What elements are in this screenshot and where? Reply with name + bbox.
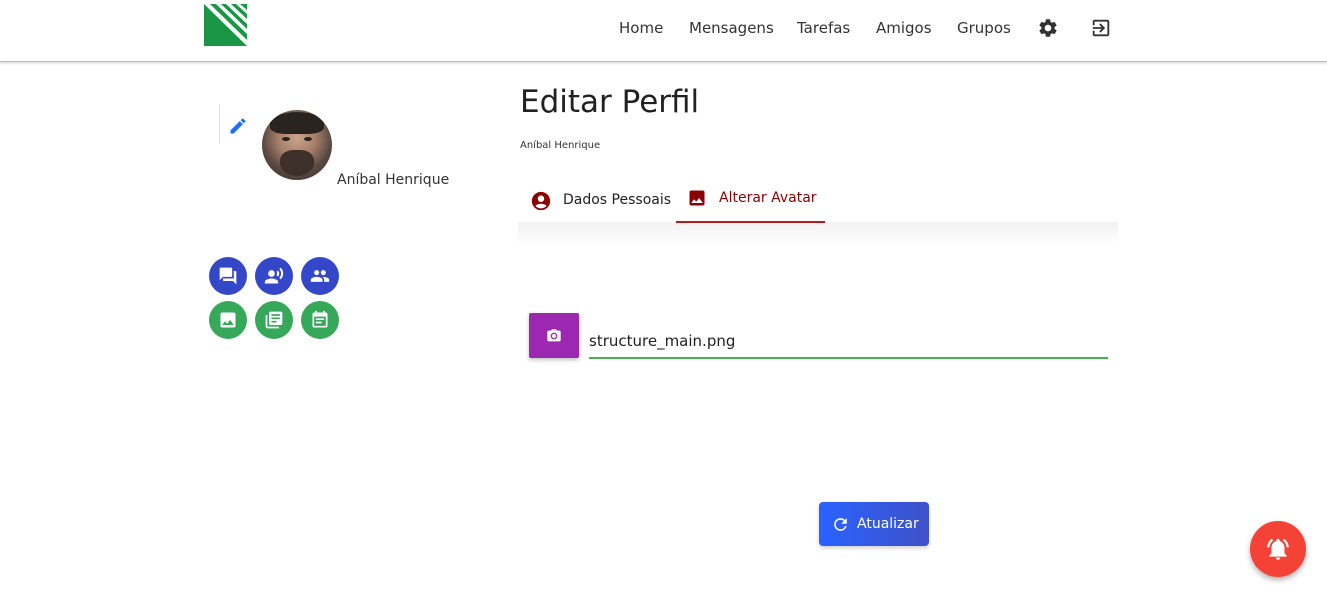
newspaper-icon: [265, 311, 283, 329]
app-logo[interactable]: [204, 4, 247, 46]
people-icon: [310, 270, 330, 282]
news-button[interactable]: [255, 301, 293, 339]
active-tab-indicator: [676, 221, 825, 223]
page-subtitle: Aníbal Henrique: [520, 140, 601, 151]
update-button[interactable]: Atualizar: [819, 502, 929, 546]
tab-label-avatar: Alterar Avatar: [719, 190, 817, 206]
nav-grupos[interactable]: Grupos: [957, 19, 1011, 37]
nav-tarefas[interactable]: Tarefas: [797, 19, 850, 37]
nav-mensagens[interactable]: Mensagens: [689, 19, 774, 37]
pencil-icon: [230, 118, 246, 134]
camera-icon: [547, 328, 561, 341]
calendar-icon: [312, 310, 328, 328]
nav-home[interactable]: Home: [619, 19, 663, 37]
choose-file-button[interactable]: [529, 313, 579, 358]
nav-amigos[interactable]: Amigos: [876, 19, 932, 37]
profile-name: Aníbal Henrique: [337, 172, 450, 188]
friends-button[interactable]: [301, 257, 339, 295]
profile-tabs: Dados Pessoais Alterar Avatar: [518, 176, 1118, 224]
messages-button[interactable]: [209, 257, 247, 295]
logout-icon[interactable]: [1090, 17, 1112, 39]
calendar-button[interactable]: [301, 301, 339, 339]
image-icon: [220, 312, 236, 328]
update-button-label: Atualizar: [857, 516, 919, 532]
notifications-fab[interactable]: [1250, 521, 1306, 577]
refresh-icon: [834, 518, 847, 531]
gear-icon[interactable]: [1037, 17, 1059, 39]
page-title: Editar Perfil: [520, 84, 700, 120]
tab-label-dados: Dados Pessoais: [563, 192, 672, 208]
record-voice-icon: [264, 267, 284, 284]
gallery-button[interactable]: [209, 301, 247, 339]
edit-profile-button[interactable]: [219, 104, 255, 144]
tab-alterar-avatar[interactable]: Alterar Avatar: [676, 176, 825, 224]
voice-button[interactable]: [255, 257, 293, 295]
tab-dados-pessoais[interactable]: Dados Pessoais: [518, 176, 676, 224]
file-path-input[interactable]: [589, 320, 1108, 359]
avatar[interactable]: [262, 110, 332, 180]
image-icon: [689, 190, 705, 206]
forum-icon: [219, 267, 237, 285]
tabs-shadow: [518, 222, 1118, 246]
top-navbar: Home Mensagens Tarefas Amigos Grupos: [0, 0, 1327, 62]
bell-alert-icon: [1267, 538, 1289, 560]
account-circle-icon: [531, 191, 551, 211]
